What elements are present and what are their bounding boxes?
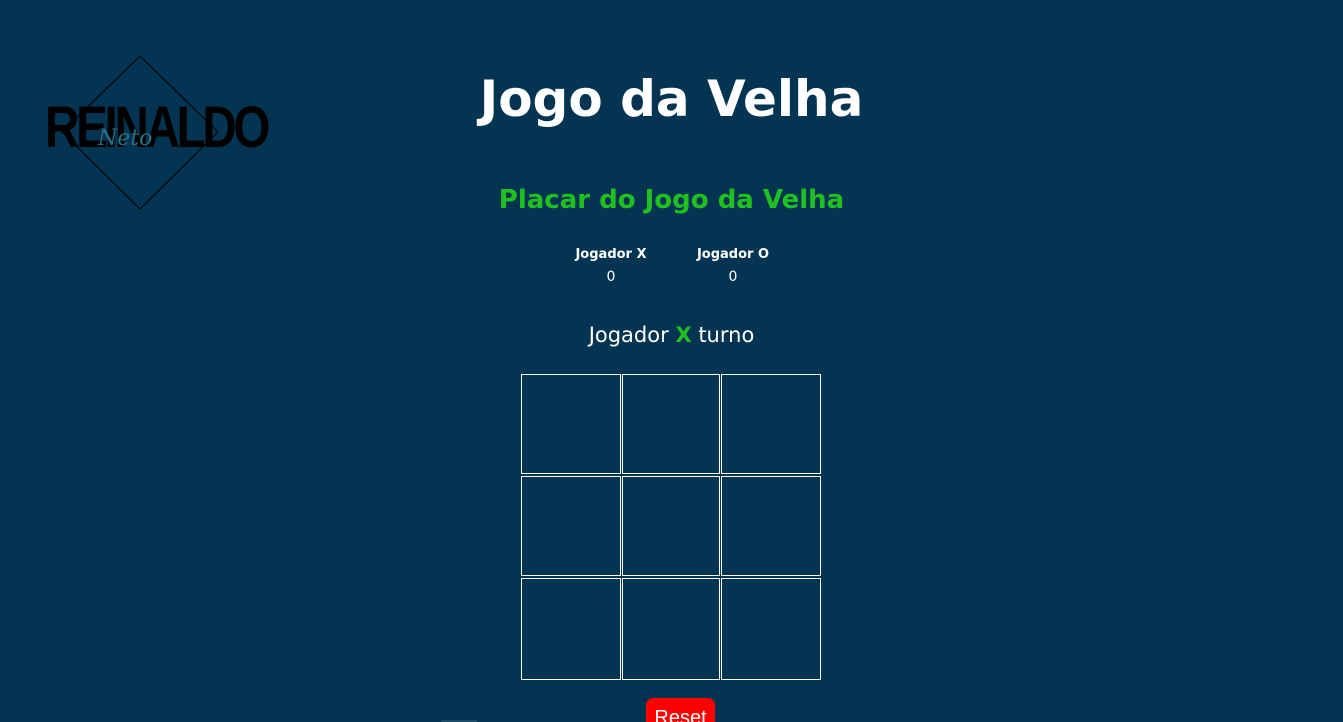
score-label-x: Jogador X xyxy=(575,247,647,262)
score-player-x: Jogador X 0 xyxy=(561,246,661,290)
score-value-x: 0 xyxy=(606,269,616,285)
score-label-o: Jogador O xyxy=(696,247,770,262)
board-cell-4[interactable] xyxy=(521,476,621,576)
score-player-o: Jogador O 0 xyxy=(683,246,783,290)
board-cell-8[interactable] xyxy=(622,578,720,680)
turn-indicator: Jogador X turno xyxy=(0,320,1343,350)
board-cell-2[interactable] xyxy=(622,374,720,474)
board-cell-3[interactable] xyxy=(721,374,821,474)
board-cell-1[interactable] xyxy=(521,374,621,474)
scoreboard-title: Placar do Jogo da Velha xyxy=(498,185,845,215)
score-value-o: 0 xyxy=(728,269,738,285)
board-cell-9[interactable] xyxy=(721,578,821,680)
scoreboard: Jogador X 0 Jogador O 0 xyxy=(561,246,783,290)
turn-suffix: turno xyxy=(698,323,755,347)
board-cell-7[interactable] xyxy=(521,578,621,680)
board-cell-5[interactable] xyxy=(622,476,720,576)
page-title: Jogo da Velha xyxy=(479,70,864,128)
turn-prefix: Jogador xyxy=(588,323,669,347)
board-cell-6[interactable] xyxy=(721,476,821,576)
reset-button[interactable]: Reset xyxy=(646,698,715,722)
game-board xyxy=(521,374,821,680)
page: REINALDO Neto Jogo da Velha Placar do Jo… xyxy=(0,0,1343,722)
turn-player: X xyxy=(675,323,692,347)
